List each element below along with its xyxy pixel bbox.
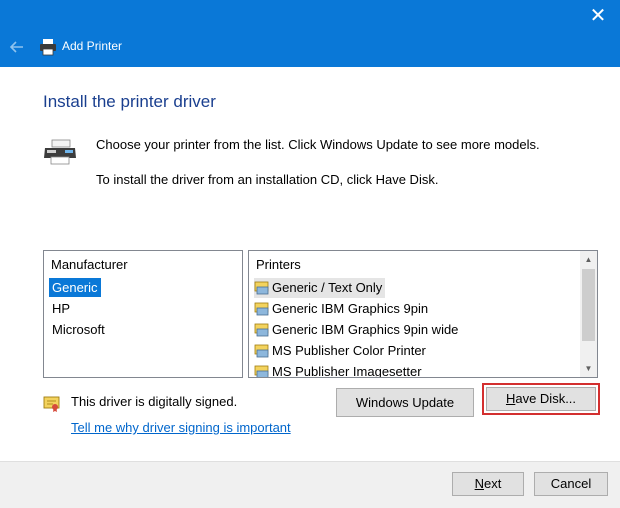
printer-icon — [40, 39, 56, 56]
instruction-text: To install the driver from an installati… — [96, 172, 439, 187]
next-label: ext — [484, 476, 502, 491]
dialog-footer — [0, 461, 620, 508]
printer-driver-icon — [254, 302, 269, 316]
have-disk-label: ave Disk... — [515, 391, 577, 406]
printer-item-label: Generic IBM Graphics 9pin — [272, 301, 429, 316]
printer-item-label: Generic / Text Only — [272, 280, 383, 295]
printer-item[interactable]: MS Publisher Imagesetter — [254, 362, 425, 378]
instruction-text: Choose your printer from the list. Click… — [96, 137, 540, 152]
page-title: Install the printer driver — [43, 92, 216, 111]
manufacturer-list[interactable]: Manufacturer Generic HP Microsoft — [43, 250, 243, 378]
printer-item[interactable]: MS Publisher Color Printer — [254, 341, 429, 361]
printer-icon — [44, 139, 76, 165]
printer-item[interactable]: Generic IBM Graphics 9pin — [254, 299, 431, 319]
printer-driver-icon — [254, 365, 269, 377]
printers-list[interactable]: Printers Generic / Text Only Generic IBM… — [248, 250, 598, 378]
printer-item-label: MS Publisher Color Printer — [272, 343, 426, 358]
signing-status: This driver is digitally signed. — [71, 394, 238, 409]
printers-scrollbar[interactable]: ▲ ▼ — [580, 251, 597, 377]
close-icon: ✕ — [589, 5, 607, 27]
next-mnemonic: N — [474, 476, 485, 491]
printer-item[interactable]: Generic IBM Graphics 9pin wide — [254, 320, 461, 340]
printer-item-label: Generic IBM Graphics 9pin wide — [272, 322, 459, 337]
printer-driver-icon — [254, 344, 269, 358]
title-bar: ✕ Add Printer — [0, 0, 620, 67]
driver-signing-link[interactable]: Tell me why driver signing is important — [71, 420, 291, 435]
next-button[interactable]: Next — [452, 472, 524, 496]
scroll-thumb[interactable] — [582, 269, 595, 341]
back-arrow-icon[interactable] — [8, 38, 26, 56]
manufacturer-item-generic[interactable]: Generic — [49, 278, 101, 297]
close-button[interactable]: ✕ — [584, 4, 612, 28]
windows-update-button[interactable]: Windows Update — [336, 388, 474, 417]
have-disk-button[interactable]: Have Disk... — [486, 387, 596, 411]
scroll-down-arrow-icon[interactable]: ▼ — [580, 360, 597, 377]
window-title: Add Printer — [62, 39, 123, 53]
printers-list-header: Printers — [256, 257, 301, 272]
scroll-up-arrow-icon[interactable]: ▲ — [580, 251, 597, 268]
printer-driver-icon — [254, 281, 269, 295]
printer-driver-icon — [254, 323, 269, 337]
manufacturer-item-microsoft[interactable]: Microsoft — [49, 320, 108, 339]
cancel-button[interactable]: Cancel — [534, 472, 608, 496]
manufacturer-list-header: Manufacturer — [51, 257, 128, 272]
printer-item[interactable]: Generic / Text Only — [254, 278, 386, 298]
have-disk-mnemonic: H — [505, 391, 516, 406]
certificate-icon — [43, 396, 60, 412]
printer-item-label: MS Publisher Imagesetter — [272, 364, 422, 378]
manufacturer-item-hp[interactable]: HP — [49, 299, 73, 318]
